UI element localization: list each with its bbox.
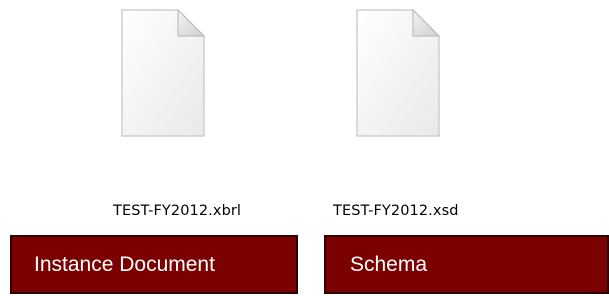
caption-label: Instance Document <box>34 253 215 276</box>
file-name-label: TEST-FY2012.xbrl <box>113 203 242 219</box>
caption-label: Schema <box>350 253 428 276</box>
blank-document-icon <box>356 8 441 137</box>
blank-document-icon <box>121 8 206 137</box>
file-name-label: TEST-FY2012.xsd <box>333 203 459 219</box>
schema-caption: Schema <box>324 235 609 294</box>
instance-document-caption: Instance Document <box>10 235 298 294</box>
